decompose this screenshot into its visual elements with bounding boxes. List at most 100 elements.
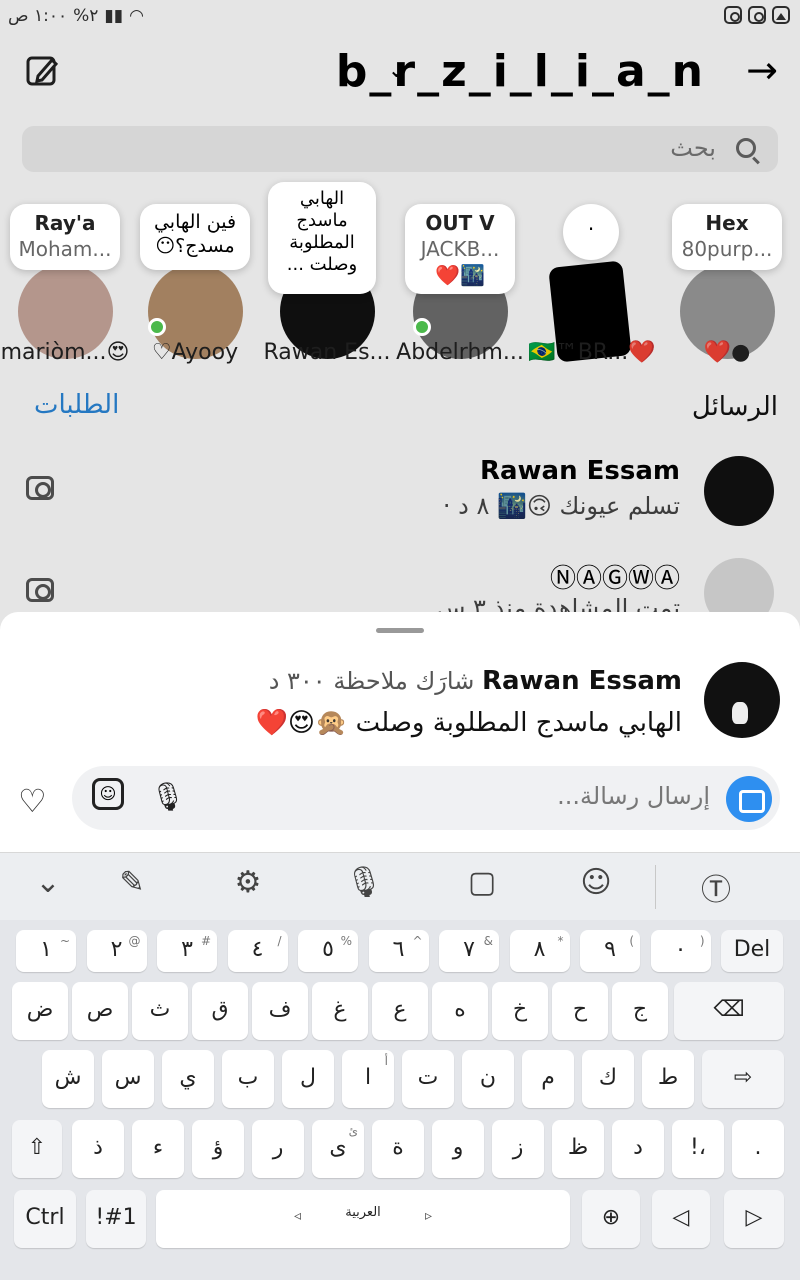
number-key[interactable]: ٥% bbox=[298, 930, 358, 972]
letter-key[interactable]: ؤ bbox=[192, 1120, 244, 1178]
key-label: ص bbox=[86, 997, 114, 1022]
key-secondary-label: * bbox=[557, 934, 564, 948]
enter-key[interactable]: ⇨ bbox=[702, 1050, 784, 1108]
letter-key[interactable]: ز bbox=[492, 1120, 544, 1178]
key-label: !، bbox=[690, 1135, 706, 1160]
key-secondary-label: # bbox=[200, 934, 211, 948]
letter-key[interactable]: ة bbox=[372, 1120, 424, 1178]
key-label: ذ bbox=[93, 1135, 103, 1160]
handwriting-icon[interactable]: ✎ bbox=[112, 865, 152, 900]
key-label: خ bbox=[512, 997, 528, 1022]
note-bubble[interactable]: . bbox=[563, 204, 619, 260]
note-name: Ray'a bbox=[34, 211, 96, 235]
ctrl-key[interactable]: Ctrl bbox=[14, 1190, 76, 1248]
letter-key[interactable]: س bbox=[102, 1050, 154, 1108]
key-label: ش bbox=[54, 1065, 82, 1090]
letter-key[interactable]: ت bbox=[402, 1050, 454, 1108]
letter-key[interactable]: و bbox=[432, 1120, 484, 1178]
letter-key[interactable]: ن bbox=[462, 1050, 514, 1108]
microphone-icon[interactable]: 🎙 bbox=[150, 780, 186, 813]
key-secondary-label: / bbox=[277, 934, 282, 948]
heart-icon[interactable]: ♡ bbox=[18, 782, 47, 820]
number-key[interactable]: ٤/ bbox=[227, 930, 288, 972]
key-label: ◁ bbox=[672, 1205, 690, 1230]
letter-key[interactable]: د bbox=[612, 1120, 664, 1178]
key-label: العربية bbox=[345, 1205, 381, 1220]
space-key[interactable]: العربية ◃ ▹ bbox=[156, 1190, 570, 1248]
letter-key[interactable]: ض bbox=[12, 982, 68, 1040]
key-label: م bbox=[541, 1065, 555, 1090]
letter-key[interactable]: ب bbox=[222, 1050, 274, 1108]
letter-key[interactable]: ىئ bbox=[312, 1120, 364, 1178]
cursor-right-icon: ▹ bbox=[424, 1208, 432, 1224]
number-key[interactable]: ٠) bbox=[650, 930, 711, 972]
letter-key[interactable]: ج bbox=[612, 982, 668, 1040]
delete-key[interactable]: Del bbox=[721, 930, 783, 972]
number-key[interactable]: ٦ ^ bbox=[368, 930, 429, 972]
letter-key[interactable]: ف bbox=[252, 982, 308, 1040]
key-secondary-label: @ bbox=[128, 934, 141, 948]
arrow-right-key[interactable]: ▷ bbox=[724, 1190, 784, 1248]
number-key[interactable]: ٩( bbox=[580, 930, 640, 972]
settings-icon[interactable]: ⚙ bbox=[228, 865, 268, 900]
letter-key[interactable]: غ bbox=[312, 982, 368, 1040]
key-secondary-label: ^ bbox=[412, 934, 423, 948]
letter-key[interactable]: !، bbox=[672, 1120, 724, 1178]
message-input[interactable]: إرسال رسالة... bbox=[557, 782, 710, 810]
letter-key[interactable]: م bbox=[522, 1050, 574, 1108]
letter-key[interactable]: ع bbox=[372, 982, 428, 1040]
message-composer[interactable]: إرسال رسالة... 🎙 ☺ bbox=[72, 766, 780, 830]
number-key[interactable]: ٨ * bbox=[509, 930, 570, 972]
number-key[interactable]: ٢ @ bbox=[86, 930, 147, 972]
letter-key[interactable]: ل bbox=[282, 1050, 334, 1108]
letter-key[interactable]: خ bbox=[492, 982, 548, 1040]
key-label: ؤ bbox=[212, 1135, 224, 1160]
note-bubble[interactable]: فين الهابي مسدج؟😶 bbox=[140, 204, 250, 270]
camera-button[interactable] bbox=[726, 776, 772, 822]
sticker-icon[interactable]: ☺ bbox=[92, 778, 124, 810]
number-key[interactable]: ١ ~ bbox=[16, 930, 76, 972]
key-label: ز bbox=[512, 1135, 524, 1160]
letter-key[interactable]: اأ bbox=[342, 1050, 394, 1108]
key-label: Del bbox=[733, 937, 771, 962]
translate-icon[interactable]: Ⓣ bbox=[696, 865, 736, 909]
note-bubble[interactable]: Hex 80purp... bbox=[672, 204, 782, 270]
backspace-key[interactable]: ⌫ bbox=[674, 982, 784, 1040]
number-key[interactable]: ٣ # bbox=[157, 930, 217, 972]
letter-key[interactable]: ر bbox=[252, 1120, 304, 1178]
note-reply-sheet: Rawan Essam شارَك ملاحظة ٣٠٠ د الهابي ما… bbox=[0, 612, 800, 852]
note-bubble[interactable]: OUT V JACKB... ❤️🌃 bbox=[405, 204, 515, 294]
letter-key[interactable]: ث bbox=[132, 982, 188, 1040]
key-label: ق bbox=[211, 997, 229, 1022]
key-label: ه bbox=[454, 997, 466, 1022]
microphone-icon[interactable]: 🎙 bbox=[344, 865, 384, 900]
sticker-icon[interactable]: ▢ bbox=[462, 865, 502, 900]
symbols-key[interactable]: !#1 bbox=[86, 1190, 146, 1248]
note-bubble[interactable]: Ray'a Moham... bbox=[10, 204, 120, 270]
avatar[interactable] bbox=[704, 662, 780, 738]
letter-key[interactable]: ذ bbox=[72, 1120, 124, 1178]
letter-key[interactable]: ي bbox=[162, 1050, 214, 1108]
letter-key[interactable]: ص bbox=[72, 982, 128, 1040]
note-bubble[interactable]: الهابي ماسدج المطلوبة وصلت ... bbox=[268, 182, 376, 294]
key-secondary-label: أ bbox=[384, 1054, 388, 1068]
letter-key[interactable]: ش bbox=[42, 1050, 94, 1108]
letter-key[interactable]: ط bbox=[642, 1050, 694, 1108]
shift-key[interactable]: ⇧ bbox=[12, 1120, 62, 1178]
sheet-handle[interactable] bbox=[376, 628, 424, 633]
letter-key[interactable]: . bbox=[732, 1120, 784, 1178]
number-key[interactable]: ٧ & bbox=[439, 930, 499, 972]
globe-language-key[interactable]: ⊕ bbox=[582, 1190, 640, 1248]
letter-key[interactable]: ه bbox=[432, 982, 488, 1040]
arrow-left-key[interactable]: ◁ bbox=[652, 1190, 710, 1248]
letter-key[interactable]: ء bbox=[132, 1120, 184, 1178]
letter-key[interactable]: ظ bbox=[552, 1120, 604, 1178]
note-content: الهابي ماسدج المطلوبة وصلت 🙊😍❤️ bbox=[255, 708, 682, 738]
letter-key[interactable]: ح bbox=[552, 982, 608, 1040]
collapse-keyboard-icon[interactable]: ⌄ bbox=[28, 865, 68, 900]
keyboard-toolbar: ⌄ ✎ ⚙ 🎙 ▢ ☺ Ⓣ bbox=[0, 852, 800, 920]
letter-key[interactable]: ق bbox=[192, 982, 248, 1040]
letter-key[interactable]: ك bbox=[582, 1050, 634, 1108]
keyboard: ١ ~٢ @٣ #٤/٥% ٦ ^ ٧ & ٨ * ٩(٠) Del ض ص ث ق ف غ ع ه خ ح ج ⌫ ش س ي ب ل… bbox=[0, 920, 800, 1280]
emoji-icon[interactable]: ☺ bbox=[576, 865, 616, 900]
